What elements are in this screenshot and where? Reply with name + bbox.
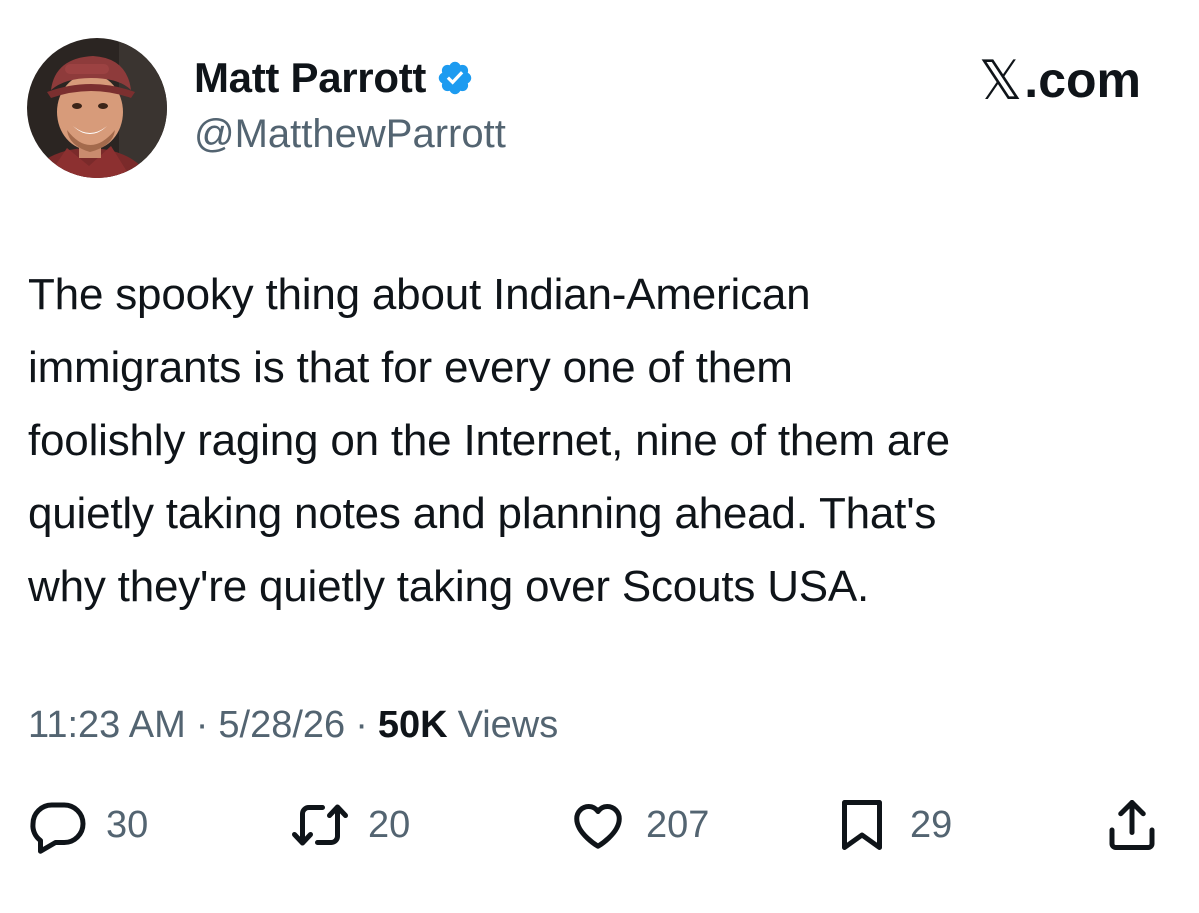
views-label[interactable]: Views — [458, 704, 559, 747]
share-upload-icon — [1109, 800, 1155, 850]
repost-arrows-icon — [292, 804, 348, 846]
bookmark-icon — [842, 800, 882, 850]
bookmark-button[interactable]: 29 — [832, 795, 952, 855]
reply-button[interactable]: 30 — [28, 795, 148, 855]
meta-separator: · — [195, 703, 209, 746]
action-bar: 30 20 207 29 — [0, 795, 1199, 855]
verified-badge-icon — [436, 59, 474, 97]
tweet-date[interactable]: 5/28/26 — [218, 704, 345, 747]
heart-icon — [574, 804, 622, 849]
author-display-name[interactable]: Matt Parrott — [194, 54, 426, 102]
reply-count: 30 — [106, 803, 149, 846]
repost-button[interactable]: 20 — [290, 795, 410, 855]
like-button[interactable]: 207 — [568, 795, 709, 855]
meta-separator: · — [355, 703, 368, 746]
like-count: 207 — [646, 803, 710, 846]
tweet-metadata: 11:23 AM · 5/28/26 · 50K Views — [28, 700, 558, 750]
author-name-row: Matt Parrott — [194, 50, 474, 106]
avatar-photo — [27, 38, 167, 178]
bookmark-count: 29 — [910, 803, 953, 846]
views-count[interactable]: 50K — [378, 704, 448, 747]
tweet-time[interactable]: 11:23 AM — [28, 704, 186, 747]
x-logo-icon: 𝕏 — [978, 48, 1023, 112]
author-handle[interactable]: @MatthewParrott — [194, 112, 506, 157]
brand-logo[interactable]: 𝕏 .com — [979, 49, 1141, 112]
speech-bubble-icon — [30, 802, 86, 854]
tweet-text: The spooky thing about Indian-American i… — [28, 270, 950, 611]
brand-domain: .com — [1024, 52, 1141, 108]
avatar[interactable] — [27, 38, 167, 178]
repost-count: 20 — [368, 803, 411, 846]
share-button[interactable] — [1102, 795, 1162, 855]
